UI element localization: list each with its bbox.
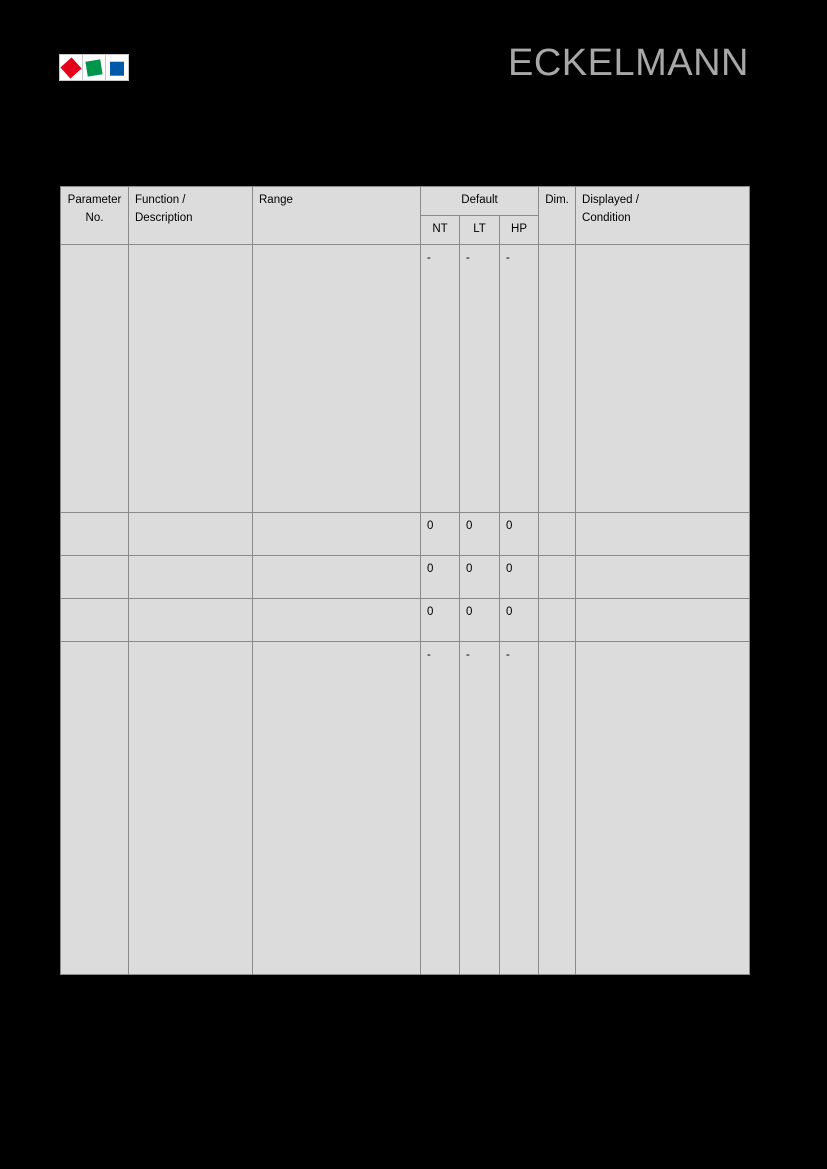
table-row: 000 (60, 511, 751, 556)
cell-default-nt: 0 (420, 597, 460, 642)
header-displayed-line2: Condition (582, 211, 631, 224)
cell-parameter-no (60, 597, 129, 642)
cell-function (128, 597, 253, 642)
logo-tile-blue (106, 55, 128, 80)
cell-displayed (575, 597, 751, 642)
cell-default-hp: 0 (498, 511, 540, 556)
cell-dim (538, 511, 577, 556)
logo-tile-red (60, 55, 83, 80)
header-function-line2: Description (135, 211, 193, 224)
cell-dim (538, 640, 577, 975)
cell-default-nt: 0 (420, 511, 460, 556)
header-function-description: Function / Description (128, 186, 253, 245)
eckelmann-logo (59, 54, 129, 81)
logo-tile-green (83, 55, 106, 80)
green-square-icon (85, 58, 103, 77)
header-default-nt: NT (420, 214, 460, 245)
cell-default-hp: - (498, 243, 540, 513)
table-row: 000 (60, 597, 751, 642)
cell-default-hp: - (498, 640, 540, 975)
cell-parameter-no (60, 511, 129, 556)
header-displayed-line1: Displayed / (582, 194, 639, 206)
cell-default-lt: 0 (459, 597, 500, 642)
table-header: Parameter No. Function / Description Ran… (60, 186, 751, 245)
page-header: ECKELMANN (0, 0, 827, 150)
cell-function (128, 243, 253, 513)
cell-default-nt: - (420, 243, 460, 513)
header-row-main: Parameter No. Function / Description Ran… (60, 186, 751, 245)
cell-default-lt: 0 (459, 511, 500, 556)
cell-default-lt: - (459, 640, 500, 975)
cell-function (128, 640, 253, 975)
cell-displayed (575, 640, 751, 975)
header-dim: Dim. (538, 186, 577, 245)
header-range: Range (252, 186, 421, 245)
cell-parameter-no (60, 554, 129, 599)
parameter-table: Parameter No. Function / Description Ran… (60, 186, 751, 975)
cell-function (128, 511, 253, 556)
header-parameter-no: Parameter No. (60, 186, 129, 245)
cell-dim (538, 554, 577, 599)
cell-parameter-no (60, 243, 129, 513)
cell-range (252, 243, 421, 513)
cell-range (252, 511, 421, 556)
cell-displayed (575, 243, 751, 513)
cell-default-hp: 0 (498, 554, 540, 599)
header-parameter-no-line2: No. (85, 211, 104, 224)
parameter-table-container: Parameter No. Function / Description Ran… (60, 186, 751, 975)
cell-displayed (575, 554, 751, 599)
cell-range (252, 640, 421, 975)
cell-function (128, 554, 253, 599)
cell-dim (538, 597, 577, 642)
cell-parameter-no (60, 640, 129, 975)
header-default-lt: LT (459, 214, 500, 245)
cell-default-lt: - (459, 243, 500, 513)
cell-default-lt: 0 (459, 554, 500, 599)
table-row: --- (60, 243, 751, 513)
cell-default-nt: - (420, 640, 460, 975)
cell-default-nt: 0 (420, 554, 460, 599)
red-diamond-icon (60, 56, 82, 79)
brand-wordmark: ECKELMANN (508, 42, 749, 84)
cell-default-hp: 0 (498, 597, 540, 642)
cell-range (252, 597, 421, 642)
cell-displayed (575, 511, 751, 556)
table-row: 000 (60, 554, 751, 599)
blue-square-icon (110, 61, 124, 76)
table-row: --- (60, 640, 751, 975)
header-default-group: Default (419, 186, 540, 216)
header-displayed-condition: Displayed / Condition (575, 186, 751, 245)
header-default-hp: HP (498, 214, 540, 245)
header-parameter-no-line1: Parameter (67, 194, 122, 206)
header-function-line1: Function / (135, 194, 186, 206)
table-body: ---000000000--- (60, 243, 751, 975)
cell-dim (538, 243, 577, 513)
cell-range (252, 554, 421, 599)
